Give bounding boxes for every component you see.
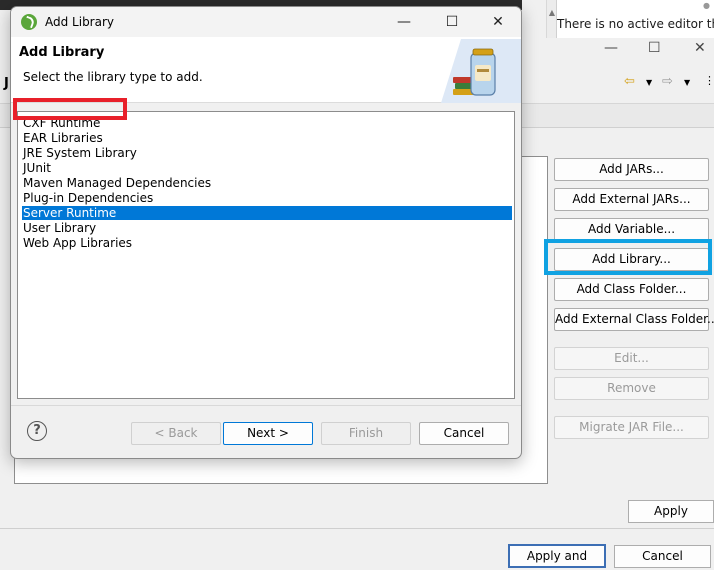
dialog-titlebar[interactable]: Add Library — ☐ ✕ xyxy=(11,7,521,37)
screen: ▲ There is no active editor that ● — ☐ ✕… xyxy=(0,0,714,570)
library-type-list[interactable]: CXF Runtime EAR Libraries JRE System Libra… xyxy=(17,111,515,399)
forward-dropdown-icon[interactable]: ▼ xyxy=(684,78,690,87)
outline-scrollbar[interactable] xyxy=(547,0,557,38)
library-type-item[interactable]: Plug-in Dependencies xyxy=(22,191,512,205)
properties-cancel-button[interactable]: Cancel xyxy=(614,545,711,568)
add-external-class-folder-button[interactable]: Add External Class Folder... xyxy=(554,308,714,331)
apply-and-close-button[interactable]: Apply and Close xyxy=(508,544,606,570)
library-type-item[interactable]: User Library xyxy=(22,221,512,235)
library-type-item[interactable]: Web App Libraries xyxy=(22,236,512,250)
add-library-dialog: Add Library — ☐ ✕ Add Library Select the… xyxy=(10,6,522,459)
maximize-icon[interactable]: ☐ xyxy=(429,11,475,33)
library-type-item[interactable]: EAR Libraries xyxy=(22,131,512,145)
wizard-title: Add Library xyxy=(19,45,105,60)
back-arrow-icon[interactable]: ⇦ xyxy=(624,74,635,89)
add-library-highlight xyxy=(544,239,712,275)
forward-arrow-icon[interactable]: ⇨ xyxy=(662,74,673,89)
view-menu-dots-icon[interactable]: ● xyxy=(703,1,710,10)
library-jar-icon xyxy=(441,39,521,103)
remove-button[interactable]: Remove xyxy=(554,377,709,400)
library-type-item[interactable]: JUnit xyxy=(22,161,512,175)
footer-divider xyxy=(0,528,714,529)
close-icon[interactable]: ✕ xyxy=(475,11,521,33)
minimize-icon[interactable]: — xyxy=(604,40,618,56)
properties-page-title: J xyxy=(4,76,9,91)
wizard-header: Add Library Select the library type to a… xyxy=(11,37,521,103)
dialog-title: Add Library xyxy=(45,15,115,29)
apply-button[interactable]: Apply xyxy=(628,500,714,523)
edit-button[interactable]: Edit... xyxy=(554,347,709,370)
outline-view: ▲ There is no active editor that ● xyxy=(546,0,714,38)
wizard-description: Select the library type to add. xyxy=(23,70,203,84)
close-icon[interactable]: ✕ xyxy=(694,40,706,56)
finish-button[interactable]: Finish xyxy=(321,422,411,445)
spring-leaf-icon xyxy=(21,14,37,30)
back-button[interactable]: < Back xyxy=(131,422,221,445)
add-variable-button[interactable]: Add Variable... xyxy=(554,218,709,241)
server-runtime-highlight xyxy=(13,98,127,120)
library-type-item[interactable]: Server Runtime xyxy=(22,206,512,220)
next-button[interactable]: Next > xyxy=(223,422,313,445)
migrate-jar-file-button[interactable]: Migrate JAR File... xyxy=(554,416,709,439)
dialog-cancel-button[interactable]: Cancel xyxy=(419,422,509,445)
add-class-folder-button[interactable]: Add Class Folder... xyxy=(554,278,709,301)
maximize-icon[interactable]: ☐ xyxy=(648,40,661,56)
scroll-up-icon[interactable]: ▲ xyxy=(547,8,557,17)
library-type-item[interactable]: JRE System Library xyxy=(22,146,512,160)
properties-window-controls: — ☐ ✕ xyxy=(600,40,714,62)
add-external-jars-button[interactable]: Add External JARs... xyxy=(554,188,709,211)
dialog-footer-divider xyxy=(11,405,521,406)
minimize-icon[interactable]: — xyxy=(381,11,427,33)
back-dropdown-icon[interactable]: ▼ xyxy=(646,78,652,87)
no-active-editor-message: There is no active editor that xyxy=(557,17,714,31)
library-type-item[interactable]: Maven Managed Dependencies xyxy=(22,176,512,190)
properties-navigation: ⇦ ▼ ⇨ ▼ ⋮ xyxy=(620,74,714,94)
add-jars-button[interactable]: Add JARs... xyxy=(554,158,709,181)
help-icon[interactable]: ? xyxy=(27,421,47,441)
view-menu-icon[interactable]: ⋮ xyxy=(704,74,714,87)
